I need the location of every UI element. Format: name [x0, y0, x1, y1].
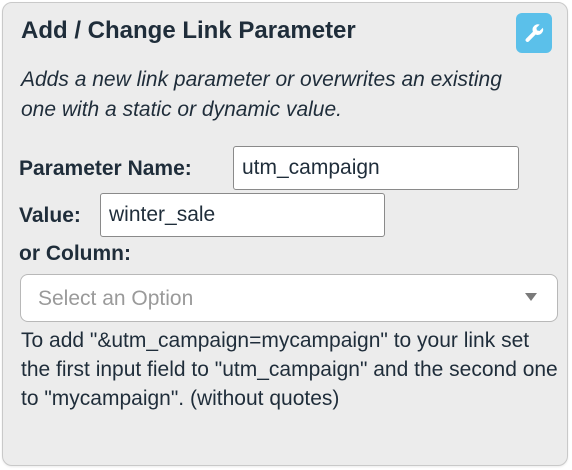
- card-description: Adds a new link parameter or overwrites …: [21, 68, 502, 121]
- column-select-placeholder: Select an Option: [38, 287, 194, 310]
- settings-button[interactable]: [516, 13, 552, 53]
- parameter-name-input[interactable]: [233, 146, 519, 190]
- card-title: Add / Change Link Parameter: [21, 17, 356, 44]
- value-label: Value:: [19, 204, 81, 227]
- column-label: or Column:: [19, 242, 131, 265]
- value-input[interactable]: [100, 193, 385, 237]
- column-select[interactable]: Select an Option: [20, 274, 558, 322]
- help-text: To add "&utm_campaign=mycampaign" to you…: [21, 329, 558, 410]
- link-parameter-card: Add / Change Link Parameter Adds a new l…: [2, 2, 568, 466]
- parameter-name-label: Parameter Name:: [19, 157, 192, 180]
- chevron-down-icon: [525, 293, 537, 301]
- wrench-icon: [525, 24, 544, 42]
